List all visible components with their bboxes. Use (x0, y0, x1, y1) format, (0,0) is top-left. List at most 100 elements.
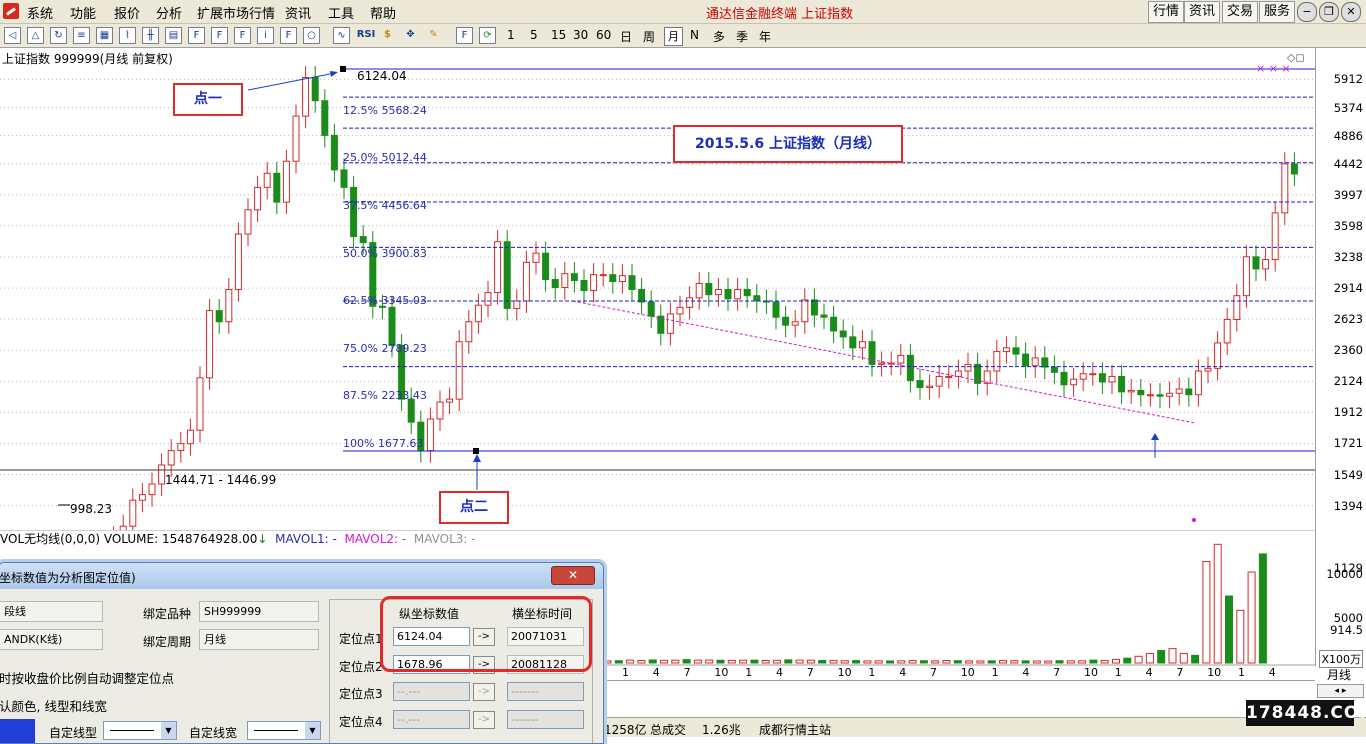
auto-adjust-option[interactable]: 时按收盘价比例自动调整定位点 (0, 668, 174, 687)
menu-extended-market[interactable]: 扩展市场行情 (197, 3, 275, 22)
candle (234, 233, 242, 291)
move-icon[interactable]: ✥ (403, 27, 418, 42)
restore-icon[interactable]: ❐ (1319, 2, 1339, 22)
dialog-close-button[interactable]: ✕ (551, 566, 595, 585)
money-icon[interactable]: $ (380, 27, 395, 42)
candle (1166, 392, 1174, 397)
volume-bar (614, 660, 623, 664)
menu-news[interactable]: 资讯 (285, 3, 311, 22)
cycle-icon[interactable]: ⟳ (479, 27, 496, 44)
volume-bar (660, 659, 668, 664)
candle (455, 341, 463, 400)
volume-bar (1191, 654, 1200, 664)
point2-arrow-head (473, 454, 481, 462)
menu-quote[interactable]: 报价 (114, 3, 140, 22)
kline-chart[interactable]: × × × (0, 48, 1315, 530)
up-icon[interactable]: △ (27, 27, 44, 44)
candle (1185, 388, 1193, 396)
candle (1233, 295, 1241, 320)
news-button[interactable]: 资讯 (1184, 1, 1221, 23)
price-tick: 3238 (1333, 250, 1363, 264)
default-style-option[interactable]: 认颜色, 线型和线宽 (0, 696, 107, 715)
color-swatch[interactable] (0, 719, 35, 743)
line-type-select[interactable]: ▼ (103, 721, 177, 740)
period-multi[interactable]: 多 (713, 28, 725, 45)
candle (1223, 318, 1231, 344)
time-tick: 1 (622, 666, 629, 679)
pencil-icon[interactable]: ✎ (426, 27, 441, 42)
volume-bar (1168, 648, 1177, 664)
candle (522, 261, 530, 302)
f11-icon[interactable]: F (211, 27, 228, 44)
candle (772, 301, 780, 318)
period-day[interactable]: 日 (620, 28, 632, 45)
period-n[interactable]: N (690, 28, 699, 42)
refresh-icon[interactable]: ↻ (50, 27, 67, 44)
info-icon[interactable]: i (257, 27, 274, 44)
list-icon[interactable]: ≡ (73, 27, 90, 44)
menu-help[interactable]: 帮助 (370, 3, 396, 22)
grid-icon[interactable]: ▦ (96, 27, 113, 44)
candle (695, 282, 703, 299)
volume-bar (1078, 660, 1087, 664)
point3-pick-button[interactable]: -> (473, 683, 495, 701)
menu-analysis[interactable]: 分析 (156, 3, 182, 22)
period-30min[interactable]: 30 (573, 28, 588, 42)
back-icon[interactable]: ◁ (4, 27, 21, 44)
kline-label: ANDK(K线) (4, 633, 63, 646)
minimize-icon[interactable]: − (1297, 2, 1317, 22)
menu-tools[interactable]: 工具 (328, 3, 354, 22)
price-tick: 3598 (1333, 218, 1363, 233)
point4-pick-button[interactable]: -> (473, 711, 495, 729)
period-quarter[interactable]: 季 (736, 28, 748, 45)
volume-bar (1055, 660, 1064, 664)
fib-label-12-5: 12.5% 5568.24 (343, 104, 427, 117)
candle (244, 209, 252, 235)
search-icon[interactable]: ○ (303, 27, 320, 44)
high-price-label: 6124.04 (357, 69, 407, 83)
volume-bar (716, 659, 725, 664)
rsi-icon[interactable]: RSI (356, 27, 376, 42)
menu-function[interactable]: 功能 (70, 3, 96, 22)
f10-icon[interactable]: F (188, 27, 205, 44)
line-width-select[interactable]: ▼ (247, 721, 321, 740)
period-month[interactable]: 月 (664, 27, 683, 46)
period-week[interactable]: 周 (643, 28, 655, 45)
f-icon[interactable]: F (280, 27, 297, 44)
wave-icon[interactable]: ∿ (333, 27, 350, 44)
volume-bar (1066, 660, 1075, 664)
candle (177, 443, 185, 452)
period-year[interactable]: 年 (759, 28, 771, 45)
period-15min[interactable]: 15 (551, 28, 566, 42)
time-tick: 10 (960, 666, 975, 679)
candle (474, 304, 482, 323)
fiz-icon[interactable]: F (234, 27, 251, 44)
candle (1050, 366, 1058, 373)
kline-icon[interactable]: ╫ (142, 27, 159, 44)
candle (1194, 370, 1202, 396)
quote-button[interactable]: 行情 (1148, 1, 1185, 23)
close-icon[interactable]: ✕ (1341, 2, 1361, 22)
point3-value-input[interactable]: --.--- (393, 682, 470, 701)
period-60min[interactable]: 60 (596, 28, 611, 42)
service-button[interactable]: 服务 (1259, 1, 1296, 23)
point4-value-input[interactable]: --.--- (393, 710, 470, 729)
menu-system[interactable]: 系统 (27, 3, 53, 22)
price-tick: 2914 (1333, 281, 1363, 296)
candle (321, 100, 329, 136)
dialog-titlebar[interactable]: 坐标数值为分析图定位值) ✕ (0, 563, 603, 589)
horizontal-scrollbar[interactable]: ◂ ▸ (1317, 684, 1364, 698)
period-1min[interactable]: 1 (507, 28, 515, 42)
note-title: 2015.5.6 上证指数（月线） (673, 125, 903, 163)
line-type-label: 段线 (4, 605, 26, 618)
chart-gridlines (0, 78, 1315, 507)
period-5min[interactable]: 5 (530, 28, 538, 42)
volume-bar (999, 660, 1007, 664)
candle (1214, 342, 1222, 369)
volume-bar (761, 660, 770, 664)
report-icon[interactable]: ▤ (165, 27, 182, 44)
time-tick: 7 (806, 666, 814, 679)
f5-icon[interactable]: F (456, 27, 473, 44)
trade-button[interactable]: 交易 (1222, 1, 1259, 23)
line-chart-icon[interactable]: ⌇ (119, 27, 136, 44)
